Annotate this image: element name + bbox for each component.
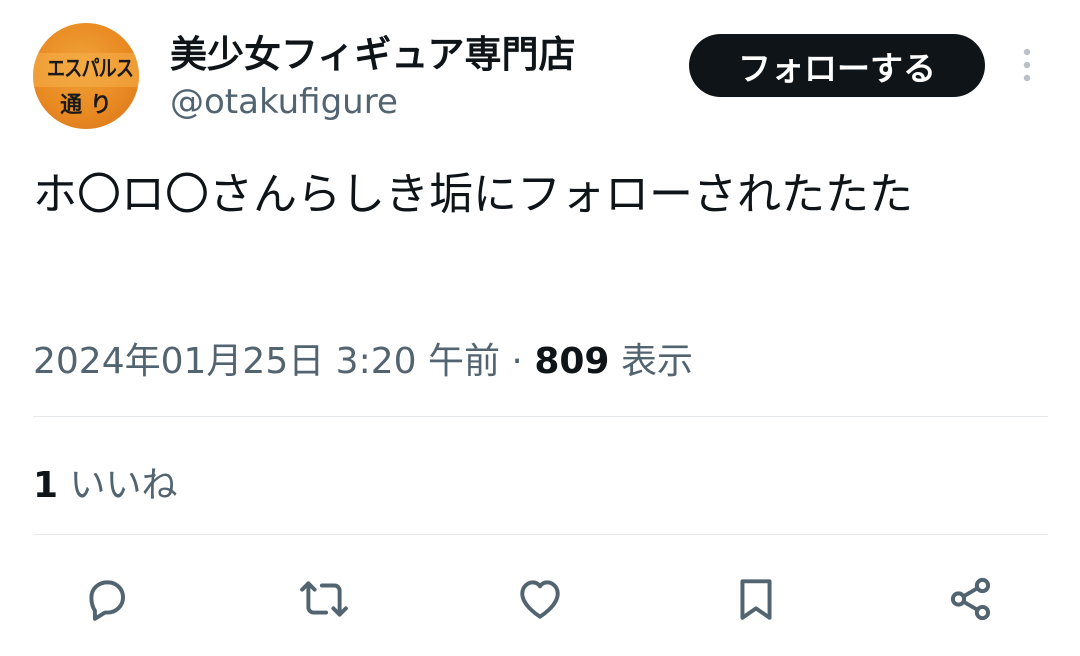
- avatar-text-line1: エスパルス: [47, 57, 134, 82]
- tweet-text: ホ〇ロ〇さんらしき垢にフォローされたたた: [33, 169, 913, 220]
- divider: [33, 416, 1048, 417]
- share-icon: [950, 577, 991, 621]
- display-name[interactable]: 美少女フィギュア専門店: [170, 24, 576, 78]
- retweet-icon: [300, 581, 348, 617]
- likes-label: いいね: [69, 465, 178, 506]
- views-count: 809: [534, 341, 610, 382]
- retweet-button[interactable]: [297, 572, 351, 626]
- divider: [33, 534, 1048, 535]
- reply-button[interactable]: [80, 572, 134, 626]
- reply-icon: [89, 580, 126, 621]
- avatar-text-line2: 通 り: [60, 93, 112, 118]
- user-handle[interactable]: @otakufigure: [170, 82, 398, 122]
- timestamp[interactable]: 2024年01月25日 3:20 午前: [33, 341, 500, 382]
- likes-count: 1: [33, 465, 59, 506]
- follow-button[interactable]: フォローする: [689, 34, 985, 97]
- more-options-icon[interactable]: [1010, 46, 1044, 86]
- likes-summary[interactable]: 1 いいね: [33, 456, 178, 508]
- like-button[interactable]: [513, 572, 567, 626]
- meta-separator: ·: [511, 341, 523, 382]
- views-label: 表示: [620, 341, 693, 382]
- tweet-meta: 2024年01月25日 3:20 午前 · 809 表示: [33, 332, 693, 384]
- bookmark-icon: [740, 579, 772, 620]
- share-button[interactable]: [944, 572, 998, 626]
- bookmark-button[interactable]: [729, 572, 783, 626]
- avatar[interactable]: エスパルス 通 り: [33, 23, 139, 129]
- like-icon: [520, 580, 560, 619]
